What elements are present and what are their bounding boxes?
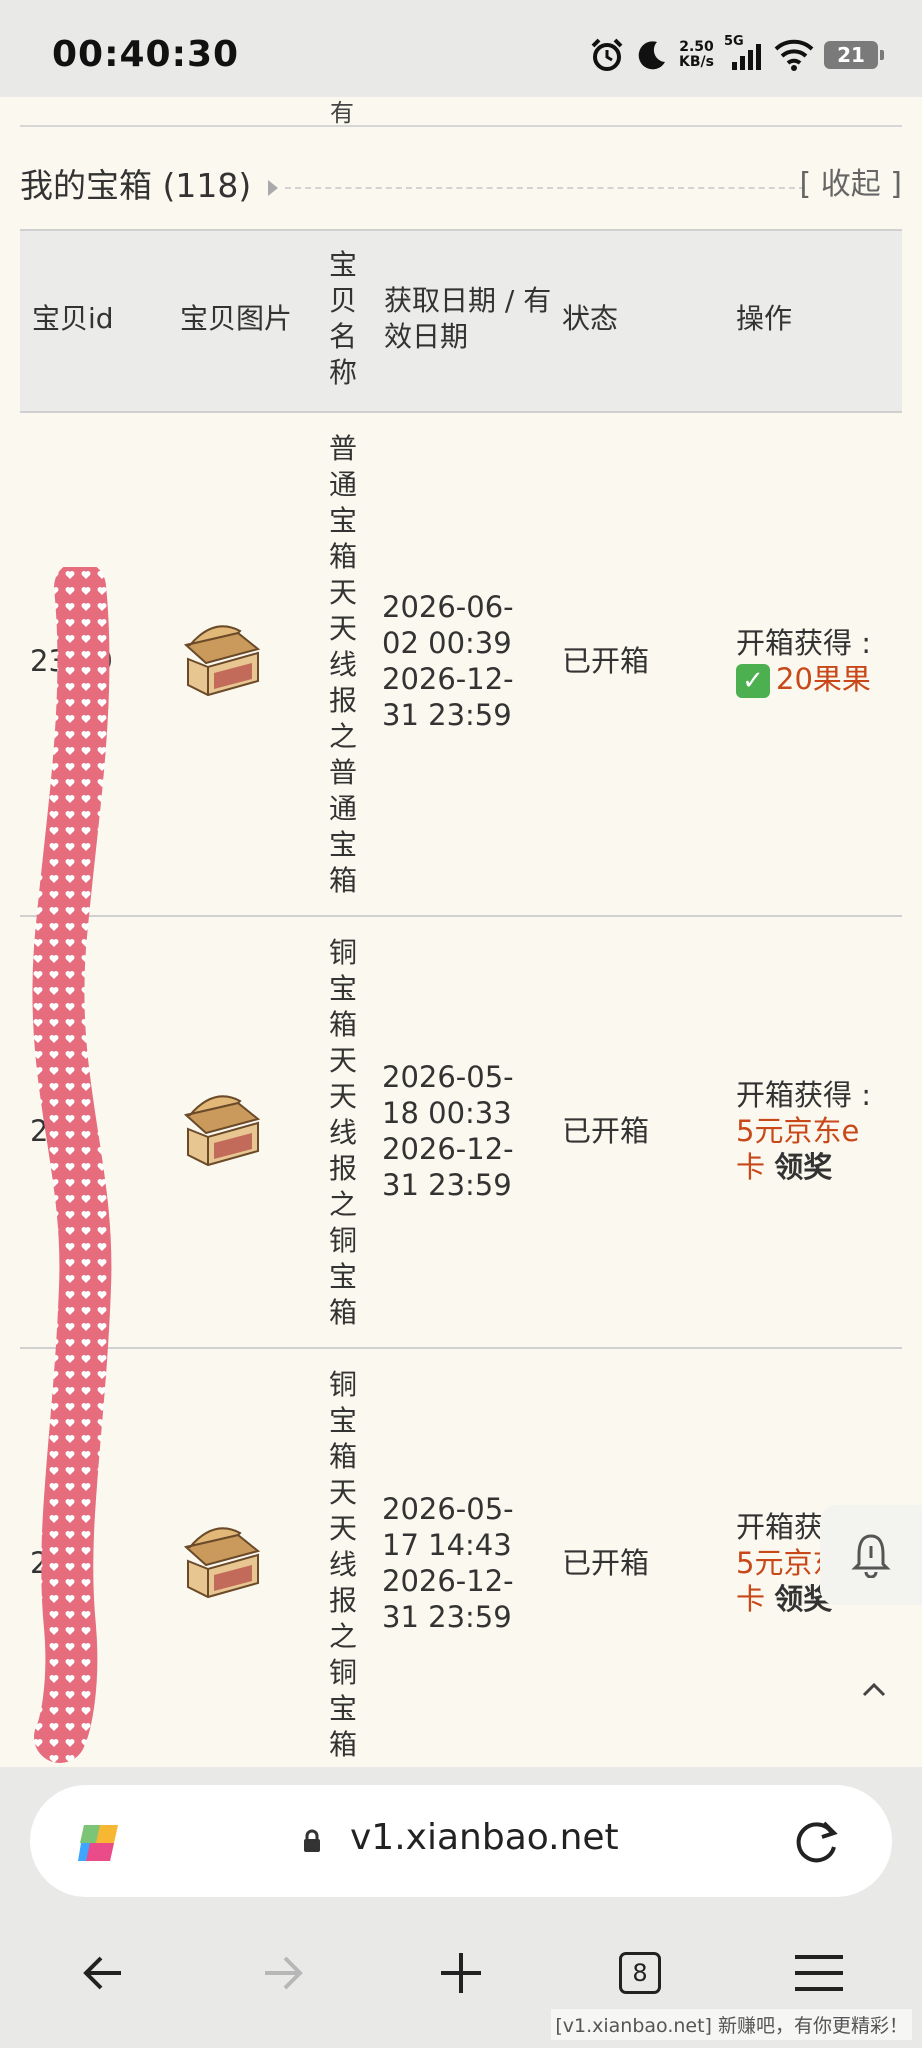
- page-content: 有 我的宝箱 (118) [ 收起 ] 宝贝id 宝贝图片 宝贝名称 获取日期 …: [0, 97, 922, 1767]
- copilot-icon[interactable]: [70, 1815, 126, 1871]
- item-name: 普通宝箱天天线报之普通宝箱: [328, 432, 357, 897]
- menu-button[interactable]: [784, 1938, 854, 2008]
- table-row: 2···7 铜宝箱天天线报之铜宝箱 2026-05-18 00:33 2026-…: [20, 915, 902, 1347]
- header-id: 宝贝id: [32, 302, 114, 335]
- clock: 00:40:30: [52, 34, 240, 75]
- item-name: 铜宝箱天天线报之铜宝箱: [328, 1368, 357, 1761]
- redaction-scribble: [32, 567, 112, 1763]
- divider: [20, 125, 902, 127]
- table-row: 2···9 铜宝箱天天线报之铜宝箱 2026-05-17 14:43 2026-…: [20, 1347, 902, 1767]
- header-date: 获取日期 / 有效日期: [384, 284, 552, 353]
- signal-icon: 5G: [724, 34, 764, 72]
- item-name: 铜宝箱天天线报之铜宝箱: [328, 936, 357, 1329]
- status-icons: 2.50 KB/s 5G 21: [589, 34, 884, 76]
- address-bar[interactable]: v1.xianbao.net: [30, 1785, 892, 1897]
- hamburger-menu-icon: [795, 1955, 843, 1991]
- item-dates: 2026-05-18 00:33 2026-12-31 23:59: [382, 1060, 514, 1202]
- battery-icon: 21: [824, 41, 884, 69]
- treasure-chest-icon: [183, 1095, 261, 1167]
- item-status: 已开箱: [562, 644, 650, 678]
- alarm-icon: [591, 38, 623, 71]
- item-status: 已开箱: [562, 1114, 650, 1148]
- browser-toolbar: v1.xianbao.net: [0, 1767, 922, 1898]
- wifi-icon: [774, 39, 814, 71]
- reward-text: 20果果: [776, 662, 871, 696]
- net-speed: 2.50 KB/s: [679, 39, 714, 70]
- cut-off-text: 有: [330, 99, 354, 127]
- item-status: 已开箱: [562, 1546, 650, 1580]
- item-action: 开箱获得 : ✓ 20果果: [736, 625, 886, 698]
- caret-right-icon: [268, 180, 278, 196]
- table-header: 宝贝id 宝贝图片 宝贝名称 获取日期 / 有效日期 状态 操作: [20, 229, 902, 411]
- status-bar: 00:40:30 2.50 KB/s 5G 21: [0, 0, 922, 97]
- tabs-button[interactable]: 8: [605, 1938, 675, 2008]
- header-image: 宝贝图片: [180, 302, 293, 335]
- back-button[interactable]: [68, 1938, 138, 2008]
- header-action: 操作: [736, 302, 793, 335]
- action-prefix: 开箱获得 :: [736, 626, 871, 660]
- header-name: 宝贝名称: [328, 248, 357, 389]
- claim-link[interactable]: 领奖: [774, 1150, 832, 1184]
- new-tab-button[interactable]: [426, 1938, 496, 2008]
- tab-count: 8: [619, 1952, 661, 1994]
- bell-icon: [851, 1534, 891, 1578]
- treasure-chest-icon: [183, 625, 261, 697]
- section-title: 我的宝箱 (118): [20, 166, 252, 205]
- arrow-right-icon: [265, 1956, 303, 1990]
- item-dates: 2026-06-02 00:39 2026-12-31 23:59: [382, 590, 514, 732]
- browser-navbar: 8 [v1.xianbao.net] 新赚吧，有你更精彩！: [0, 1898, 922, 2048]
- lock-icon: [304, 1829, 320, 1852]
- item-action: 开箱获得 : 5元京东e卡 领奖: [736, 1077, 886, 1185]
- plus-icon: [441, 1953, 481, 1993]
- moon-icon: [638, 41, 666, 70]
- item-dates: 2026-05-17 14:43 2026-12-31 23:59: [382, 1492, 514, 1634]
- reload-icon[interactable]: [792, 1817, 842, 1867]
- table-row: 23···9 普通宝箱天天线报之普通宝箱 2026-06-02 00:39 20…: [20, 411, 902, 915]
- action-prefix: 开箱获得 :: [736, 1078, 871, 1112]
- header-status: 状态: [562, 302, 619, 335]
- scroll-top-chevron-icon[interactable]: [860, 1681, 888, 1699]
- url-text[interactable]: v1.xianbao.net: [350, 1817, 619, 1858]
- treasure-chest-icon: [183, 1527, 261, 1599]
- dashed-divider: [285, 187, 805, 189]
- collapse-link[interactable]: [ 收起 ]: [800, 159, 902, 203]
- check-icon: ✓: [736, 664, 770, 698]
- watermark: [v1.xianbao.net] 新赚吧，有你更精彩！: [551, 2009, 912, 2040]
- arrow-left-icon: [83, 1956, 121, 1990]
- notification-button[interactable]: [820, 1505, 922, 1605]
- forward-button[interactable]: [248, 1938, 318, 2008]
